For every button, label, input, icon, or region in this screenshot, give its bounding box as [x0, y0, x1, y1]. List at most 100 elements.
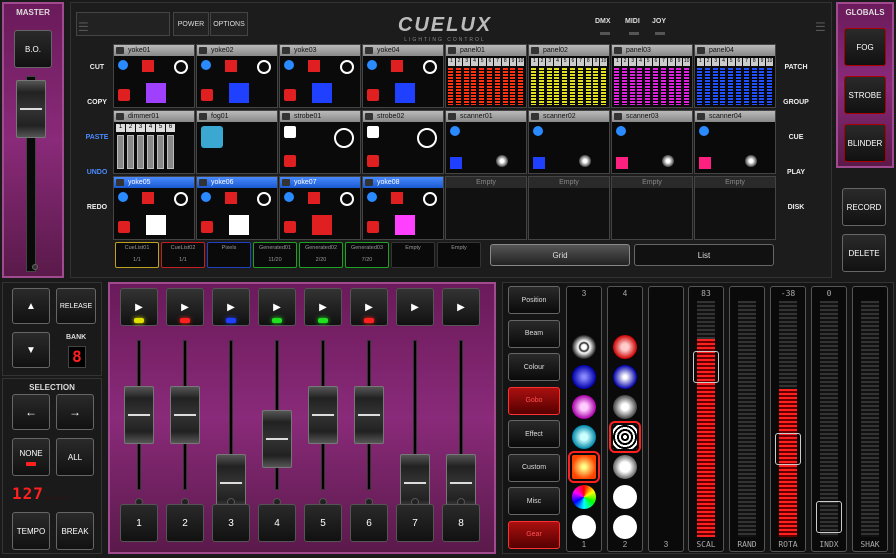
tab-list[interactable]: List	[634, 244, 774, 266]
gobo-1-7-icon[interactable]	[572, 515, 596, 539]
tab-grid[interactable]: Grid	[490, 244, 630, 266]
channel-4-fader[interactable]	[262, 409, 292, 468]
channel-5-button[interactable]: 5	[304, 504, 342, 542]
gobo-2-1-icon[interactable]	[613, 335, 637, 359]
gobo-2-4-icon[interactable]	[609, 421, 641, 453]
fixture-tile-scanner03-1-6[interactable]: scanner03	[611, 110, 693, 174]
channel-7-button[interactable]: 7	[396, 504, 434, 542]
copy-button[interactable]: COPY	[77, 87, 117, 117]
channel-4-button[interactable]: 4	[258, 504, 296, 542]
fixture-tile-strobe01-1-2[interactable]: strobe01	[279, 110, 361, 174]
fixture-tile-panel04-0-7[interactable]: panel04 1 2 3 4 5 6 7 8 9 10	[694, 44, 776, 108]
master-fader[interactable]	[16, 80, 46, 138]
meter-shak[interactable]: SHAK	[852, 286, 888, 552]
fixture-tile-dimmer01-1-0[interactable]: dimmer01 1 2 3 4 5 6	[113, 110, 195, 174]
record-button[interactable]: RECORD	[842, 188, 886, 226]
bank-down-button[interactable]: ▼	[12, 332, 50, 368]
all-button[interactable]: ALL	[56, 438, 94, 476]
gobo-2-7-icon[interactable]	[613, 515, 637, 539]
fog-button[interactable]: FOG	[844, 28, 886, 66]
meter-scal[interactable]: 83 SCAL	[688, 286, 724, 552]
cue-list-7[interactable]: Empty	[437, 242, 481, 268]
cue-button[interactable]: CUE	[776, 122, 816, 152]
gobo-1-2-icon[interactable]	[572, 365, 596, 389]
tempo-button[interactable]: TEMPO	[12, 512, 50, 550]
attribute-misc-button[interactable]: Misc	[508, 487, 560, 515]
disk-button[interactable]: DISK	[776, 192, 816, 222]
meter-handle[interactable]	[775, 432, 801, 465]
blinder-button[interactable]: BLINDER	[844, 124, 886, 162]
cue-list-5[interactable]: Generated03 7/20	[345, 242, 389, 268]
channel-2-fader[interactable]	[170, 385, 200, 444]
break-button[interactable]: BREAK	[56, 512, 94, 550]
attribute-gear-button[interactable]: Gear	[508, 520, 560, 549]
delete-button[interactable]: DELETE	[842, 234, 886, 272]
fixture-tile-scanner02-1-5[interactable]: scanner02	[528, 110, 610, 174]
undo-button[interactable]: UNDO	[77, 157, 117, 187]
play-button[interactable]: PLAY	[776, 157, 816, 187]
gobo-2-6-icon[interactable]	[613, 485, 637, 509]
attribute-position-button[interactable]: Position	[508, 286, 560, 314]
meter-rand[interactable]: RAND	[729, 286, 765, 552]
fixture-tile-panel02-0-5[interactable]: panel02 1 2 3 4 5 6 7 8 9 10	[528, 44, 610, 108]
channel-5-fader[interactable]	[308, 385, 338, 444]
fixture-tile-yoke01-0-0[interactable]: yoke01	[113, 44, 195, 108]
channel-6-button[interactable]: 6	[350, 504, 388, 542]
meter-handle[interactable]	[816, 500, 842, 533]
gobo-2-5-icon[interactable]	[613, 455, 637, 479]
redo-button[interactable]: REDO	[77, 192, 117, 222]
cue-list-3[interactable]: Generated01 11/20	[253, 242, 297, 268]
next-arrow-button[interactable]: →	[56, 394, 94, 430]
bank-up-button[interactable]: ▲	[12, 288, 50, 324]
cut-button[interactable]: CUT	[77, 52, 117, 82]
prev-arrow-button[interactable]: ←	[12, 394, 50, 430]
fixture-tile-yoke08-2-3[interactable]: yoke08	[362, 176, 444, 240]
attribute-colour-button[interactable]: Colour	[508, 353, 560, 381]
fixture-tile-yoke03-0-2[interactable]: yoke03	[279, 44, 361, 108]
channel-1-button[interactable]: 1	[120, 504, 158, 542]
fixture-tile-panel01-0-4[interactable]: panel01 1 2 3 4 5 6 7 8 9 10	[445, 44, 527, 108]
attribute-effect-button[interactable]: Effect	[508, 420, 560, 448]
patch-button[interactable]: PATCH	[776, 52, 816, 82]
channel-6-fader[interactable]	[354, 385, 384, 444]
fixture-tile-yoke06-2-1[interactable]: yoke06	[196, 176, 278, 240]
cue-list-2[interactable]: Pixels	[207, 242, 251, 268]
fixture-tile-empty-2-7[interactable]: Empty	[694, 176, 776, 240]
fixture-tile-empty-2-4[interactable]: Empty	[445, 176, 527, 240]
group-button[interactable]: GROUP	[776, 87, 816, 117]
options-button[interactable]: OPTIONS	[210, 12, 248, 36]
power-button[interactable]: POWER	[173, 12, 209, 36]
paste-button[interactable]: PASTE	[77, 122, 117, 152]
fixture-tile-empty-2-5[interactable]: Empty	[528, 176, 610, 240]
gobo-1-6-icon[interactable]	[572, 485, 596, 509]
fixture-tile-fog01-1-1[interactable]: fog01	[196, 110, 278, 174]
meter-handle[interactable]	[693, 350, 719, 383]
none-button[interactable]: NONE	[12, 438, 50, 476]
fixture-tile-yoke04-0-3[interactable]: yoke04	[362, 44, 444, 108]
gobo-1-3-icon[interactable]	[572, 395, 596, 419]
gobo-column-1[interactable]: 31	[566, 286, 602, 552]
fixture-tile-scanner01-1-4[interactable]: scanner01	[445, 110, 527, 174]
gobo-2-2-icon[interactable]	[613, 365, 637, 389]
attribute-gobo-button[interactable]: Gobo	[508, 386, 560, 415]
attribute-beam-button[interactable]: Beam	[508, 319, 560, 348]
fixture-tile-yoke02-0-1[interactable]: yoke02	[196, 44, 278, 108]
cue-list-1[interactable]: CueList02 1/1	[161, 242, 205, 268]
fixture-tile-strobe02-1-3[interactable]: strobe02	[362, 110, 444, 174]
fixture-tile-yoke07-2-2[interactable]: yoke07	[279, 176, 361, 240]
channel-8-button[interactable]: 8	[442, 504, 480, 542]
blackout-button[interactable]: B.O.	[14, 30, 52, 68]
channel-8-play-button[interactable]: ▶	[442, 288, 480, 326]
fixture-tile-empty-2-6[interactable]: Empty	[611, 176, 693, 240]
gobo-column-3[interactable]: 3	[648, 286, 684, 552]
channel-2-button[interactable]: 2	[166, 504, 204, 542]
fixture-tile-panel03-0-6[interactable]: panel03 1 2 3 4 5 6 7 8 9 10	[611, 44, 693, 108]
cue-list-6[interactable]: Empty	[391, 242, 435, 268]
fixture-tile-scanner04-1-7[interactable]: scanner04	[694, 110, 776, 174]
meter-indx[interactable]: 0 INDX	[811, 286, 847, 552]
gobo-1-1-icon[interactable]	[572, 335, 596, 359]
channel-3-button[interactable]: 3	[212, 504, 250, 542]
cue-list-4[interactable]: Generated02 2/20	[299, 242, 343, 268]
channel-7-play-button[interactable]: ▶	[396, 288, 434, 326]
attribute-custom-button[interactable]: Custom	[508, 453, 560, 482]
